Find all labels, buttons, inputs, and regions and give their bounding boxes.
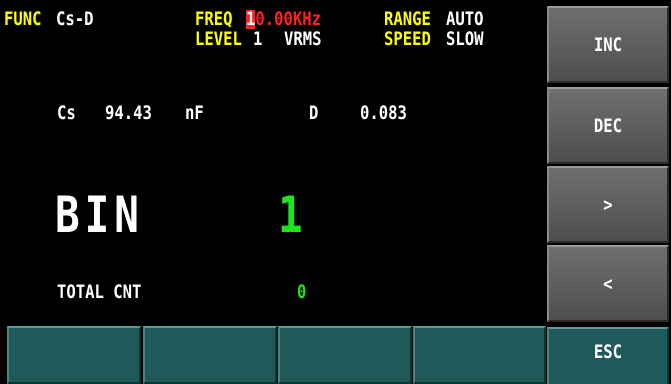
level-unit: VRMS — [284, 28, 322, 50]
primary-label: Cs — [57, 102, 76, 124]
func-label: FUNC — [4, 8, 42, 30]
softkey-4[interactable] — [413, 326, 546, 384]
freq-label: FREQ — [195, 8, 233, 30]
softkey-3[interactable] — [278, 326, 412, 384]
esc-button-label: ESC — [593, 341, 623, 363]
bin-label: BIN — [55, 186, 144, 244]
previous-button[interactable]: < — [547, 245, 669, 322]
primary-unit: nF — [185, 102, 204, 124]
total-count-label: TOTAL CNT — [57, 281, 142, 303]
freq-cursor-digit: 1 — [246, 8, 256, 30]
secondary-label: D — [309, 102, 319, 124]
freq-rest: 0.00KHz — [255, 8, 322, 30]
level-label: LEVEL — [195, 28, 242, 50]
range-label: RANGE — [384, 8, 431, 30]
speed-label: SPEED — [384, 28, 431, 50]
esc-button[interactable]: ESC — [547, 327, 669, 384]
freq-value[interactable]: 10.00KHz — [246, 10, 321, 29]
dec-button[interactable]: DEC — [547, 87, 669, 164]
dec-button-label: DEC — [593, 114, 623, 137]
level-value[interactable]: 1 — [253, 30, 262, 49]
speed-value[interactable]: SLOW — [446, 30, 484, 49]
measurement-screen: FUNC Cs-D FREQ 10.00KHz RANGE AUTO LEVEL… — [0, 0, 541, 325]
secondary-value: 0.083 — [360, 102, 407, 124]
next-button[interactable]: > — [547, 166, 669, 243]
primary-value: 94.43 — [105, 102, 152, 124]
inc-button-label: INC — [593, 33, 623, 56]
previous-button-label: < — [603, 272, 613, 295]
inc-button[interactable]: INC — [547, 6, 669, 83]
bin-value: 1 — [278, 186, 303, 244]
func-value[interactable]: Cs-D — [56, 10, 94, 29]
next-button-label: > — [603, 193, 613, 216]
total-count-value: 0 — [297, 281, 307, 303]
softkey-2[interactable] — [143, 326, 277, 384]
softkey-1[interactable] — [7, 326, 141, 384]
range-value[interactable]: AUTO — [446, 10, 484, 29]
